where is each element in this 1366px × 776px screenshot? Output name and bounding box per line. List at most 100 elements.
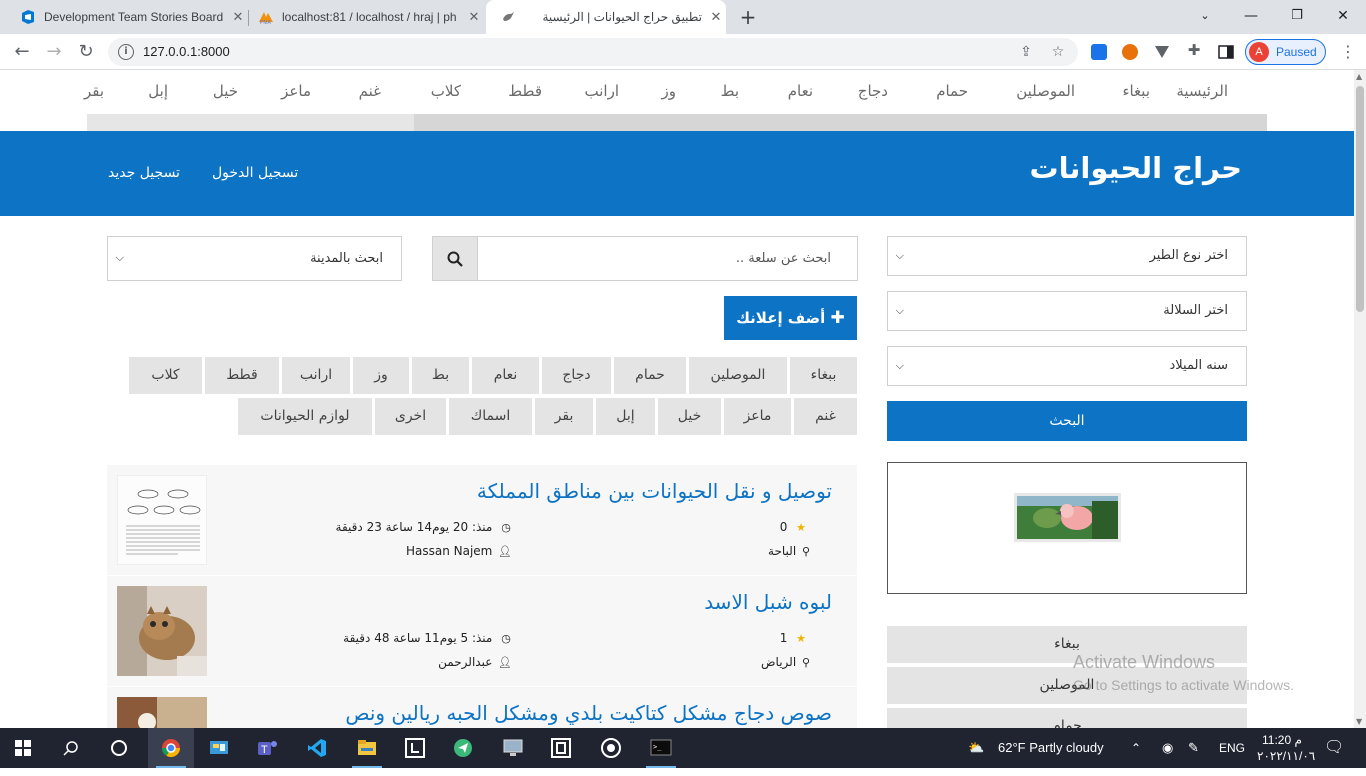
listing-thumbnail[interactable]: [117, 697, 207, 728]
category-horses[interactable]: خيل: [658, 398, 721, 435]
extensions-puzzle-icon[interactable]: ✚: [1186, 42, 1202, 58]
control-panel-icon[interactable]: [196, 728, 242, 768]
category-sheep[interactable]: غنم: [794, 398, 857, 435]
side-panel-icon[interactable]: [1218, 44, 1234, 60]
tab-close-icon[interactable]: ✕: [464, 9, 484, 25]
nav-item-pigeon[interactable]: حمام: [936, 82, 968, 100]
extension-fox-icon[interactable]: [1122, 44, 1138, 60]
pen-icon[interactable]: ✎: [1188, 728, 1199, 768]
tab-development-board[interactable]: Development Team Stories Board ✕: [12, 0, 248, 34]
back-icon[interactable]: ←: [8, 38, 36, 66]
listing-thumbnail[interactable]: [117, 475, 207, 565]
parrot-image[interactable]: [1014, 493, 1121, 542]
tab-animals-app[interactable]: تطبيق حراج الحيوانات | الرئيسية ✕: [486, 0, 726, 34]
listing-card[interactable]: لبوه شبل الاسد ★ 1 ⚲ الرياض ◷ منذ: 5 يوم…: [107, 576, 857, 686]
listing-card[interactable]: توصيل و نقل الحيوانات بين مناطق المملكة …: [107, 465, 857, 575]
nav-item-ostrich[interactable]: نعام: [788, 82, 813, 100]
profile-paused-button[interactable]: A Paused: [1245, 39, 1326, 65]
listing-title[interactable]: توصيل و نقل الحيوانات بين مناطق المملكة: [477, 479, 832, 503]
nav-item-mosul[interactable]: الموصلين: [1016, 82, 1075, 100]
birth-year-select[interactable]: سنه الميلاد ⌵: [887, 346, 1247, 386]
extension-vee-icon[interactable]: [1154, 44, 1170, 60]
nav-item-goats[interactable]: ماعز: [281, 82, 311, 100]
category-fish[interactable]: اسماك: [449, 398, 532, 435]
category-camels[interactable]: إبل: [596, 398, 655, 435]
app-l-icon[interactable]: [392, 728, 438, 768]
nav-item-cows[interactable]: بقر: [84, 82, 104, 100]
bookmark-star-icon[interactable]: ☆: [1050, 44, 1066, 60]
nav-item-chicken[interactable]: دجاج: [858, 82, 888, 100]
scroll-down-icon[interactable]: ▼: [1356, 717, 1362, 726]
tab-phpmyadmin[interactable]: PMA localhost:81 / localhost / hraj | ph…: [252, 0, 484, 34]
listing-card[interactable]: صوص دجاج مشكل كتاكيت بلدي ومشكل الحبه ري…: [107, 687, 857, 728]
filter-search-button[interactable]: البحث: [887, 401, 1247, 441]
add-ad-button[interactable]: ✚ أضف إعلانك: [724, 296, 857, 340]
new-tab-button[interactable]: +: [736, 4, 760, 30]
telegram-icon[interactable]: [440, 728, 486, 768]
category-parrot[interactable]: ببغاء: [790, 357, 857, 394]
nav-item-dogs[interactable]: كلاب: [431, 82, 461, 100]
clock-date[interactable]: ٢٠٢٢/١١/٠٦: [1257, 736, 1315, 776]
category-other[interactable]: اخرى: [375, 398, 446, 435]
chrome-taskbar-icon[interactable]: [148, 728, 194, 768]
category-cows[interactable]: بقر: [535, 398, 593, 435]
category-duck[interactable]: بط: [412, 357, 469, 394]
tab-search-icon[interactable]: ⌄: [1182, 0, 1228, 34]
side-category-pigeon[interactable]: حمام: [887, 708, 1247, 728]
nav-item-duck[interactable]: بط: [721, 82, 739, 100]
forward-icon[interactable]: →: [40, 38, 68, 66]
category-goats[interactable]: ماعز: [724, 398, 791, 435]
extension-translate-icon[interactable]: [1091, 44, 1107, 60]
scroll-thumb[interactable]: [1356, 86, 1364, 312]
language-indicator[interactable]: ENG: [1219, 728, 1245, 768]
listing-title[interactable]: صوص دجاج مشكل كتاكيت بلدي ومشكل الحبه ري…: [345, 701, 832, 725]
file-explorer-icon[interactable]: [344, 728, 390, 768]
category-chicken[interactable]: دجاج: [542, 357, 611, 394]
listing-title[interactable]: لبوه شبل الاسد: [704, 590, 832, 614]
vscode-icon[interactable]: [294, 728, 340, 768]
nav-item-horses[interactable]: خيل: [213, 82, 238, 100]
city-select[interactable]: ابحث بالمدينة ⌵: [107, 236, 402, 281]
category-rabbits[interactable]: ارانب: [282, 357, 350, 394]
tab-close-icon[interactable]: ✕: [706, 9, 726, 25]
search-button[interactable]: [433, 237, 478, 280]
category-ostrich[interactable]: نعام: [472, 357, 539, 394]
nav-item-home[interactable]: الرئيسية: [1176, 82, 1228, 100]
app-bracket-icon[interactable]: [538, 728, 584, 768]
teams-icon[interactable]: T: [244, 728, 290, 768]
login-link[interactable]: تسجيل الدخول: [212, 165, 298, 181]
nav-item-goose[interactable]: وز: [662, 82, 677, 100]
close-window-button[interactable]: ✕: [1320, 0, 1366, 34]
address-bar[interactable]: i 127.0.0.1:8000 ⇪ ☆: [108, 38, 1078, 66]
weather-icon[interactable]: ⛅: [968, 728, 984, 768]
minimize-button[interactable]: —: [1228, 0, 1274, 34]
listing-thumbnail[interactable]: [117, 586, 207, 676]
menu-kebab-icon[interactable]: ⋮: [1338, 42, 1358, 62]
meet-now-icon[interactable]: ◉: [1162, 728, 1173, 768]
user-value[interactable]: عبدالرحمن: [438, 655, 492, 669]
tray-chevron-up-icon[interactable]: ⌃: [1131, 728, 1141, 768]
nav-item-cats[interactable]: قطط: [508, 82, 542, 100]
category-supplies[interactable]: لوازم الحيوانات: [238, 398, 372, 435]
windows-start-icon[interactable]: [0, 728, 46, 768]
tab-close-icon[interactable]: ✕: [228, 9, 248, 25]
nav-item-parrot[interactable]: ببغاء: [1122, 82, 1150, 100]
terminal-icon[interactable]: >_: [638, 728, 684, 768]
page-scrollbar[interactable]: ▲ ▼: [1354, 70, 1366, 728]
search-icon[interactable]: [48, 728, 94, 768]
user-value[interactable]: Hassan Najem: [406, 544, 492, 558]
nav-item-rabbits[interactable]: ارانب: [585, 82, 619, 100]
category-dogs[interactable]: كلاب: [129, 357, 202, 394]
category-mosul[interactable]: الموصلين: [689, 357, 787, 394]
restore-button[interactable]: ❐: [1274, 0, 1320, 34]
category-goose[interactable]: وز: [353, 357, 409, 394]
reload-icon[interactable]: ↻: [72, 38, 100, 66]
site-info-icon[interactable]: i: [118, 44, 134, 60]
site-brand[interactable]: حراج الحيوانات: [1030, 151, 1243, 185]
weather-text[interactable]: 62°F Partly cloudy: [998, 728, 1104, 768]
category-cats[interactable]: قطط: [205, 357, 279, 394]
breed-select[interactable]: اختر السلالة ⌵: [887, 291, 1247, 331]
cortana-icon[interactable]: [96, 728, 142, 768]
monitor-app-icon[interactable]: [490, 728, 536, 768]
share-icon[interactable]: ⇪: [1018, 44, 1034, 60]
